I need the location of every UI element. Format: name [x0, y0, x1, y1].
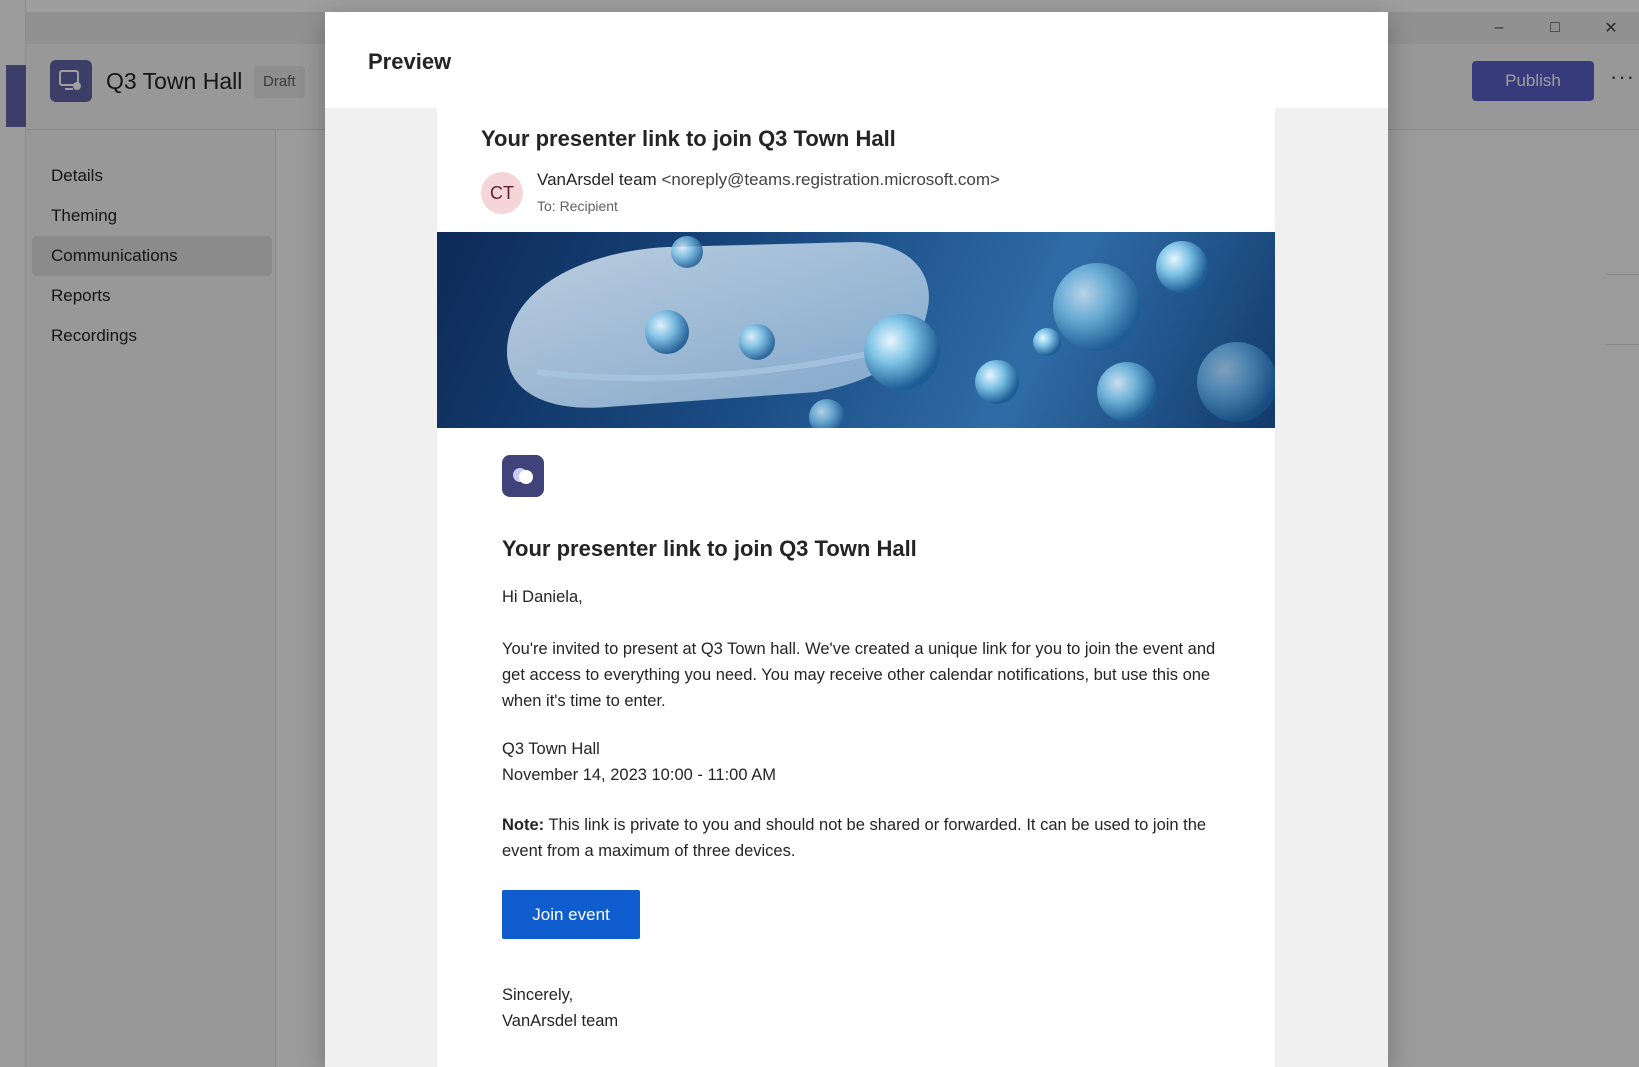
join-event-button[interactable]: Join event — [502, 890, 640, 939]
email-banner-image — [437, 232, 1275, 428]
event-name-text: Q3 Town Hall — [502, 740, 600, 758]
teams-logo-icon — [502, 455, 544, 497]
email-preview: Your presenter link to join Q3 Town Hall… — [437, 108, 1275, 1067]
recipient-line: To: Recipient — [537, 198, 618, 214]
event-time-text: November 14, 2023 10:00 - 11:00 AM — [502, 766, 776, 784]
preview-dialog: Preview Your presenter link to join Q3 T… — [325, 12, 1388, 1067]
note-body: This link is private to you and should n… — [502, 816, 1207, 860]
sender-name: VanArsdel team — [537, 170, 657, 189]
dialog-header: Preview — [325, 12, 1388, 108]
note-label: Note: — [502, 816, 545, 834]
dialog-title: Preview — [368, 49, 452, 74]
email-subject: Your presenter link to join Q3 Town Hall — [481, 126, 896, 151]
sender-address: <noreply@teams.registration.microsoft.co… — [661, 170, 1000, 189]
signature-text: VanArsdel team — [502, 1012, 619, 1030]
greeting-text: Hi Daniela, — [502, 588, 583, 606]
email-heading: Your presenter link to join Q3 Town Hall — [502, 536, 917, 561]
sender-line: VanArsdel team <noreply@teams.registrati… — [537, 170, 1000, 190]
note-text: Note: This link is private to you and sh… — [502, 812, 1222, 864]
avatar: CT — [481, 172, 523, 214]
signoff-text: Sincerely, — [502, 986, 574, 1004]
invitation-text: You're invited to present at Q3 Town hal… — [502, 640, 1216, 710]
